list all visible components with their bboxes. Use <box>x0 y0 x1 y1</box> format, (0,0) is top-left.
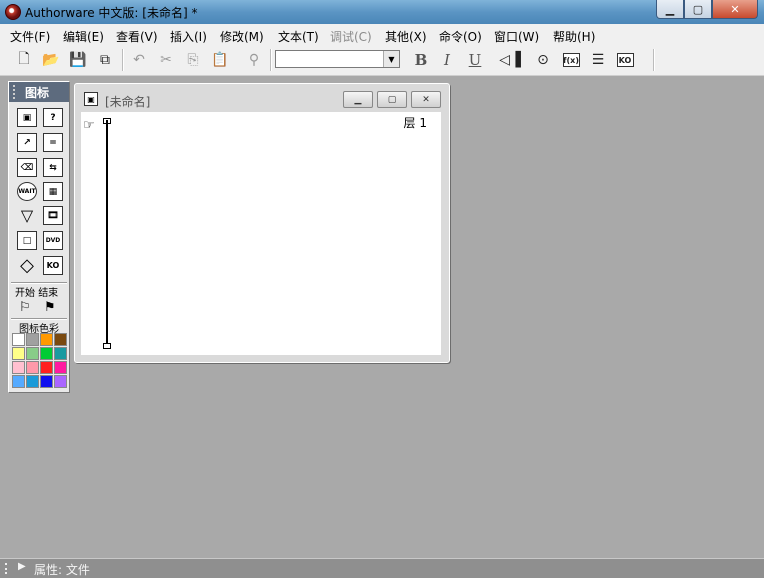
open-folder-icon[interactable]: 📂 <box>41 51 61 69</box>
flowline-canvas[interactable]: ☞ 层 1 <box>81 112 441 355</box>
color-swatch[interactable] <box>12 347 25 360</box>
minimize-button[interactable]: ▁ <box>656 0 684 19</box>
menu-file[interactable]: 文件(F) <box>10 28 50 45</box>
color-swatch[interactable] <box>26 347 39 360</box>
paste-hand-icon: ☞ <box>83 118 95 133</box>
color-swatch[interactable] <box>54 333 67 346</box>
color-swatch[interactable] <box>12 375 25 388</box>
drag-grip-icon[interactable] <box>5 563 13 574</box>
end-flag-icon[interactable]: ⚑ <box>44 300 56 315</box>
layer-indicator: 层 1 <box>403 116 427 130</box>
copy-icon[interactable]: ⎘ <box>183 51 203 69</box>
chevron-down-icon[interactable]: ▼ <box>383 51 399 67</box>
start-label: 开始 <box>15 288 35 299</box>
color-swatch[interactable] <box>26 361 39 374</box>
toolbar-separator <box>653 49 655 71</box>
authorware-app-icon[interactable] <box>5 4 21 20</box>
window-controls: ▁ ▢ ✕ <box>656 0 758 19</box>
color-swatch[interactable] <box>26 333 39 346</box>
start-flag-icon[interactable]: ⚐ <box>19 300 31 315</box>
menu-command[interactable]: 命令(O) <box>439 28 482 45</box>
flowline-window-icon: ▣ <box>84 92 98 106</box>
color-swatch[interactable] <box>12 361 25 374</box>
expand-arrow-icon[interactable]: ▶ <box>18 561 26 572</box>
flowline-minimize-button[interactable]: ▁ <box>343 91 373 108</box>
color-swatch[interactable] <box>54 347 67 360</box>
properties-bar[interactable]: ▶ 属性: 文件 <box>0 558 764 578</box>
flowline-close-button[interactable]: ✕ <box>411 91 441 108</box>
flowline-maximize-button[interactable]: ▢ <box>377 91 407 108</box>
navigate-icon[interactable]: ⇆ <box>43 158 63 177</box>
menu-edit[interactable]: 编辑(E) <box>63 28 104 45</box>
window-title: Authorware 中文版: [未命名] * <box>25 6 198 20</box>
cut-icon[interactable]: ✂ <box>156 51 176 69</box>
undo-icon[interactable]: ↶ <box>129 51 149 69</box>
menu-bar: 文件(F) 编辑(E) 查看(V) 插入(I) 修改(M) 文本(T) 调试(C… <box>0 24 764 46</box>
save-all-icon[interactable]: 💾 <box>68 51 88 69</box>
erase-icon[interactable]: ⌫ <box>17 158 37 177</box>
wait-icon[interactable]: WAIT <box>17 182 37 201</box>
menu-insert[interactable]: 插入(I) <box>170 28 207 45</box>
functions-label: f(x) <box>562 53 580 67</box>
flowline-end-cap <box>103 343 111 349</box>
icon-color-swatches <box>12 333 67 388</box>
close-button[interactable]: ✕ <box>712 0 758 19</box>
color-swatch[interactable] <box>40 347 53 360</box>
color-swatch[interactable] <box>40 361 53 374</box>
color-swatch[interactable] <box>40 333 53 346</box>
drag-grip-icon[interactable] <box>13 85 19 99</box>
knowledge-object-icon[interactable]: KO <box>43 256 63 275</box>
display-icon[interactable]: ▣ <box>17 108 37 127</box>
knowledge-objects-button[interactable]: KO <box>615 51 635 69</box>
flowline-window-title: [未命名] <box>105 95 151 109</box>
underline-button[interactable]: U <box>465 51 485 69</box>
icon-palette-title: 图标 <box>25 85 50 100</box>
flowline-window: ▣ [未命名] ▁ ▢ ✕ ☞ 层 1 <box>74 83 450 363</box>
color-swatch[interactable] <box>40 375 53 388</box>
color-swatch[interactable] <box>54 375 67 388</box>
menu-debug[interactable]: 调试(C) <box>330 28 372 45</box>
restart-icon[interactable]: ◁▐ <box>499 51 521 69</box>
font-select[interactable]: ▼ <box>275 50 400 68</box>
menu-modify[interactable]: 修改(M) <box>220 28 264 45</box>
start-end-labels: 开始 结束 <box>9 284 69 299</box>
properties-label: 属性: 文件 <box>34 563 90 577</box>
end-label: 结束 <box>38 288 59 299</box>
italic-button[interactable]: I <box>437 51 457 69</box>
menu-help[interactable]: 帮助(H) <box>553 28 595 45</box>
menu-window[interactable]: 窗口(W) <box>494 28 539 45</box>
digital-movie-icon[interactable]: 🎞 <box>43 206 63 225</box>
decision-icon[interactable]: ▽ <box>17 206 37 225</box>
ko-label: KO <box>616 53 634 67</box>
icon-palette: 图标 ▣ ? ↗ = ⌫ ⇆ WAIT ▦ ▽ 🎞 □ DVD ◇ KO 开始 … <box>8 81 70 393</box>
paste-icon[interactable]: 📋 <box>210 51 230 69</box>
color-swatch[interactable] <box>12 333 25 346</box>
find-icon[interactable]: ⚲ <box>244 51 264 69</box>
calculation-icon[interactable]: = <box>43 133 63 152</box>
map-icon[interactable]: □ <box>17 231 37 250</box>
flowline-window-controls: ▁ ▢ ✕ <box>343 91 441 108</box>
main-flowline[interactable] <box>106 120 108 345</box>
functions-button[interactable]: f(x) <box>561 51 581 69</box>
menu-other[interactable]: 其他(X) <box>385 28 427 45</box>
color-swatch[interactable] <box>54 361 67 374</box>
maximize-button[interactable]: ▢ <box>684 0 712 19</box>
menu-text[interactable]: 文本(T) <box>278 28 319 45</box>
color-swatch[interactable] <box>26 375 39 388</box>
toolbar-separator <box>122 49 124 71</box>
variables-icon[interactable]: ☰ <box>588 51 608 69</box>
menu-view[interactable]: 查看(V) <box>116 28 158 45</box>
icon-palette-header[interactable]: 图标 <box>9 82 69 102</box>
bold-button[interactable]: B <box>411 51 431 69</box>
control-panel-icon[interactable]: ⊙ <box>533 51 553 69</box>
sound-icon[interactable]: ◇ <box>17 255 37 276</box>
title-bar: Authorware 中文版: [未命名] * ▁ ▢ ✕ <box>0 0 764 24</box>
motion-icon[interactable]: ↗ <box>17 133 37 152</box>
import-icon[interactable]: ⧉ <box>95 51 115 69</box>
framework-icon[interactable]: ▦ <box>43 182 63 201</box>
interaction-icon[interactable]: ? <box>43 108 63 127</box>
dvd-icon[interactable]: DVD <box>43 231 63 250</box>
new-file-icon[interactable]: 🗋 <box>14 51 34 69</box>
toolbar-separator <box>270 49 272 71</box>
